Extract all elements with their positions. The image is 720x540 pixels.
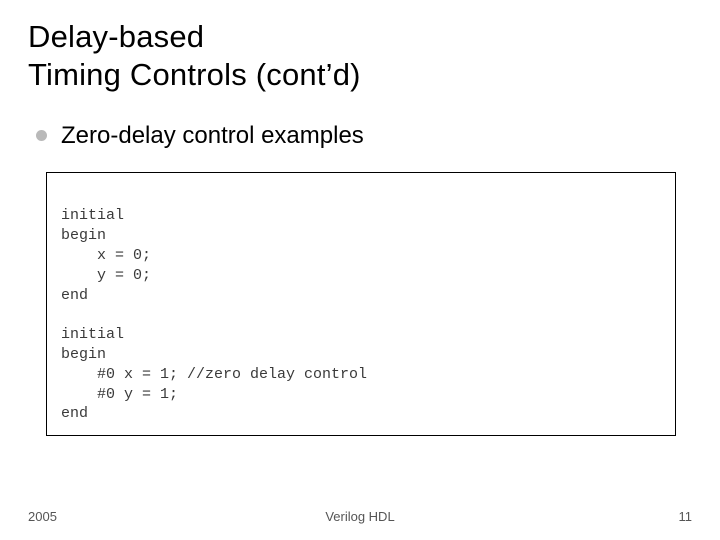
bullet-text: Zero-delay control examples <box>61 122 364 150</box>
code-line: y = 0; <box>61 267 151 284</box>
code-line: #0 y = 1; <box>61 386 178 403</box>
code-line: begin <box>61 346 106 363</box>
page-number: 11 <box>679 509 693 524</box>
footer-year: 2005 <box>28 509 57 524</box>
title-line-1: Delay-based <box>28 18 692 56</box>
code-example-box: initial begin x = 0; y = 0; end initial … <box>46 172 676 436</box>
slide-title: Delay-based Timing Controls (cont’d) <box>28 18 692 94</box>
code-line: end <box>61 287 88 304</box>
code-line: #0 x = 1; //zero delay control <box>61 366 367 383</box>
bullet-dot-icon <box>36 130 47 141</box>
code-line: x = 0; <box>61 247 151 264</box>
code-line: initial <box>61 207 124 224</box>
footer-title: Verilog HDL <box>325 509 394 524</box>
slide-footer: 2005 Verilog HDL 11 <box>0 509 720 524</box>
code-line: initial <box>61 326 124 343</box>
title-line-2: Timing Controls (cont’d) <box>28 56 692 94</box>
bullet-item: Zero-delay control examples <box>36 122 692 150</box>
code-line: begin <box>61 227 106 244</box>
slide: Delay-based Timing Controls (cont’d) Zer… <box>0 0 720 540</box>
code-line: end <box>61 405 88 422</box>
